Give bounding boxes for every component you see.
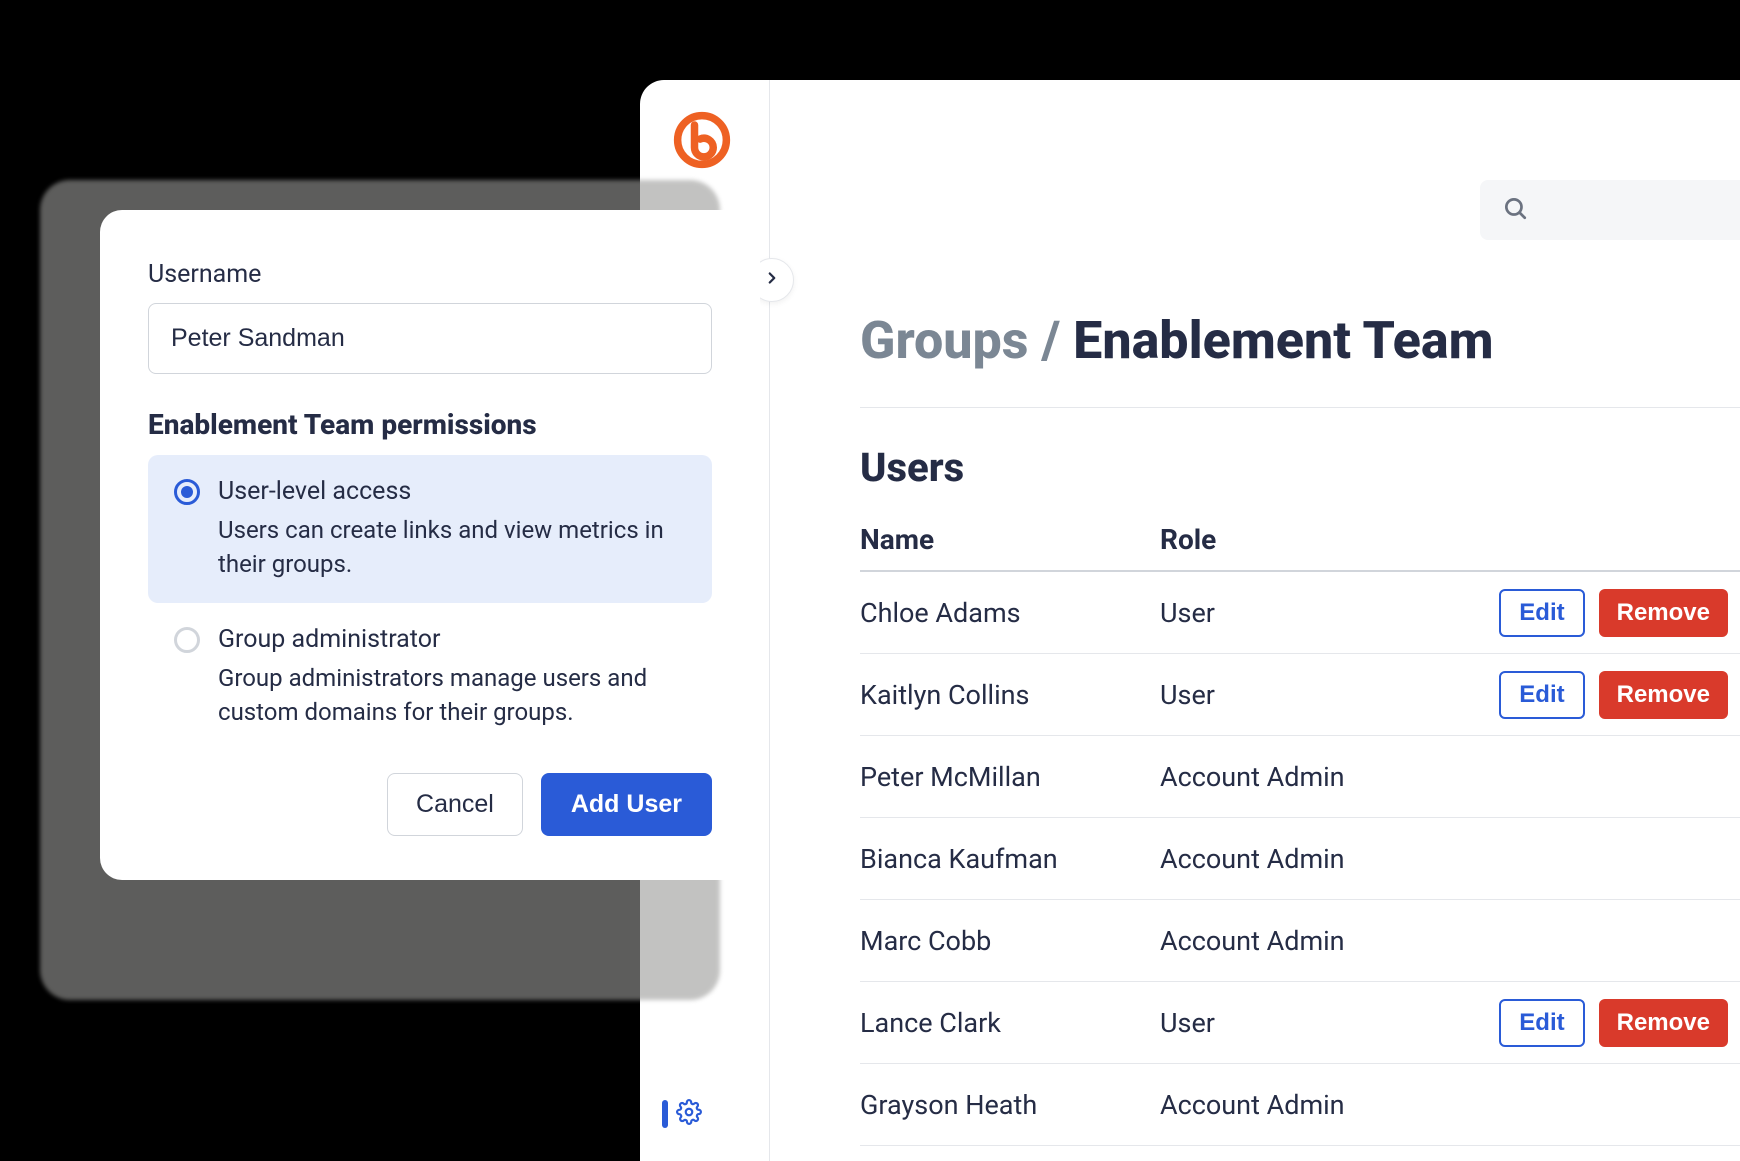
- breadcrumb-current: Enablement Team: [1073, 310, 1493, 371]
- option-body: User-level access Users can create links …: [218, 477, 686, 581]
- search-bar[interactable]: [1480, 180, 1740, 240]
- table-row: Chloe AdamsUser Edit Remove: [860, 572, 1740, 654]
- cell-name: Bianca Kaufman: [860, 843, 1160, 875]
- search-icon: [1502, 195, 1528, 225]
- cell-name: Lance Clark: [860, 1007, 1160, 1039]
- add-user-modal: Username Enablement Team permissions Use…: [100, 210, 760, 880]
- section-title: Users: [860, 444, 1740, 491]
- remove-button[interactable]: Remove: [1599, 589, 1728, 637]
- table-row: Bianca KaufmanAccount Admin: [860, 818, 1740, 900]
- cell-name: Kaitlyn Collins: [860, 679, 1160, 711]
- option-body: Group administrator Group administrators …: [218, 625, 686, 729]
- option-description: Group administrators manage users and cu…: [218, 662, 686, 729]
- cell-actions: Edit Remove: [1460, 999, 1740, 1047]
- cell-name: Peter McMillan: [860, 761, 1160, 793]
- cell-role: User: [1160, 597, 1460, 629]
- option-title: User-level access: [218, 477, 686, 506]
- cell-role: Account Admin: [1160, 925, 1460, 957]
- users-table: Name Role Chloe AdamsUserEditRemoveKaitl…: [860, 523, 1740, 1146]
- cancel-button[interactable]: Cancel: [387, 773, 523, 836]
- active-indicator: [662, 1100, 668, 1128]
- edit-button[interactable]: Edit: [1499, 999, 1584, 1047]
- col-header-name: Name: [860, 523, 1160, 556]
- remove-button[interactable]: Remove: [1599, 999, 1728, 1047]
- edit-button[interactable]: Edit: [1499, 671, 1584, 719]
- edit-button[interactable]: Edit: [1499, 589, 1584, 637]
- breadcrumb: Groups / Enablement Team: [860, 310, 1740, 408]
- cell-name: Marc Cobb: [860, 925, 1160, 957]
- settings-nav-item[interactable]: [662, 1099, 702, 1129]
- brand-logo: [672, 110, 732, 170]
- col-header-role: Role: [1160, 523, 1460, 556]
- cell-name: Grayson Heath: [860, 1089, 1160, 1121]
- add-user-button[interactable]: Add User: [541, 773, 712, 836]
- permission-option[interactable]: Group administrator Group administrators …: [148, 603, 712, 751]
- cell-role: User: [1160, 1007, 1460, 1039]
- cell-actions: Edit Remove: [1460, 671, 1740, 719]
- table-row: Grayson HeathAccount Admin: [860, 1064, 1740, 1146]
- option-description: Users can create links and view metrics …: [218, 514, 686, 581]
- cell-role: User: [1160, 679, 1460, 711]
- remove-button[interactable]: Remove: [1599, 671, 1728, 719]
- cell-role: Account Admin: [1160, 1089, 1460, 1121]
- gear-icon: [676, 1099, 702, 1129]
- option-title: Group administrator: [218, 625, 686, 654]
- app-window: Groups / Enablement Team Users Name Role…: [640, 80, 1740, 1161]
- breadcrumb-separator: /: [1041, 310, 1060, 371]
- cell-actions: Edit Remove: [1460, 589, 1740, 637]
- permissions-heading: Enablement Team permissions: [148, 408, 712, 441]
- col-header-actions: [1460, 523, 1740, 556]
- cell-role: Account Admin: [1160, 843, 1460, 875]
- main-content: Groups / Enablement Team Users Name Role…: [860, 310, 1740, 1161]
- username-label: Username: [148, 260, 712, 289]
- table-row: Kaitlyn CollinsUser Edit Remove: [860, 654, 1740, 736]
- cell-role: Account Admin: [1160, 761, 1460, 793]
- table-row: Lance ClarkUser Edit Remove: [860, 982, 1740, 1064]
- chevron-right-icon: [763, 269, 781, 291]
- modal-actions: Cancel Add User: [148, 773, 712, 836]
- table-header: Name Role: [860, 523, 1740, 572]
- breadcrumb-root[interactable]: Groups: [860, 310, 1028, 371]
- username-input[interactable]: [148, 303, 712, 374]
- table-row: Marc CobbAccount Admin: [860, 900, 1740, 982]
- cell-name: Chloe Adams: [860, 597, 1160, 629]
- radio-icon[interactable]: [174, 627, 200, 653]
- table-row: Peter McMillanAccount Admin: [860, 736, 1740, 818]
- permission-option[interactable]: User-level access Users can create links …: [148, 455, 712, 603]
- radio-icon[interactable]: [174, 479, 200, 505]
